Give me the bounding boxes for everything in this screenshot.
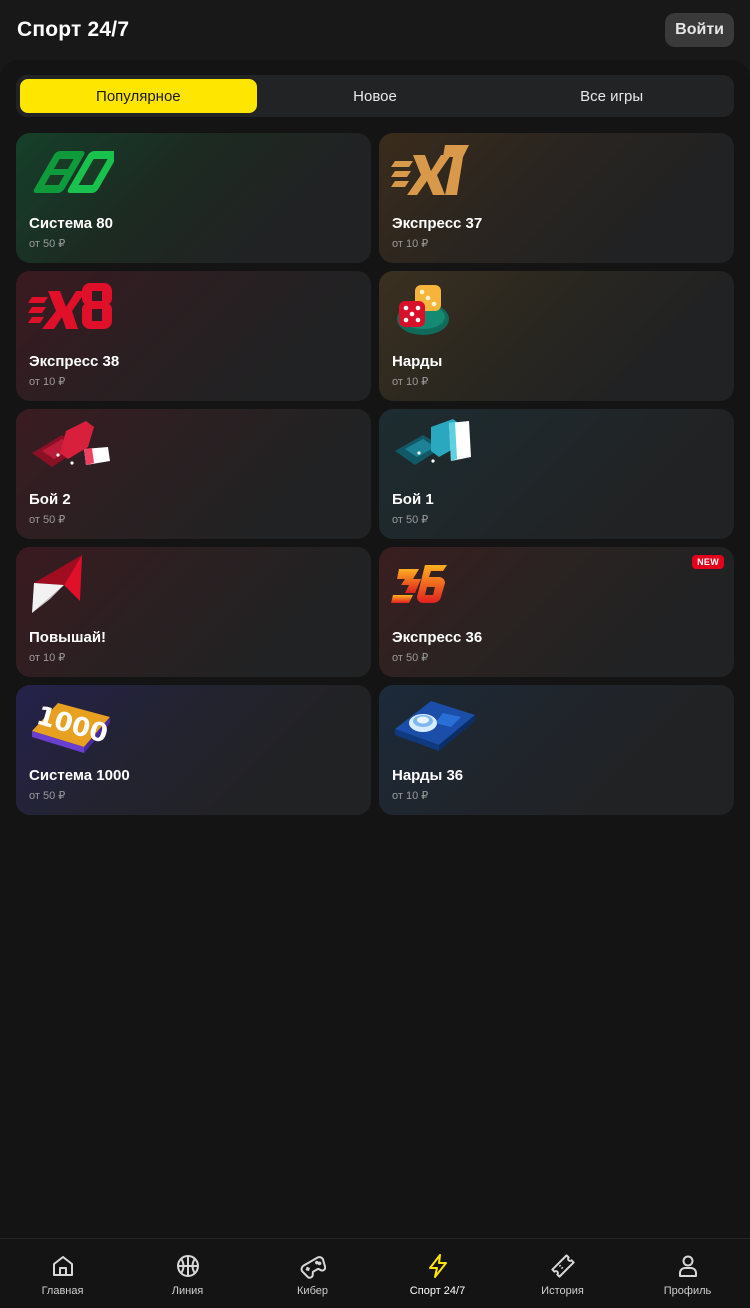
nav-item-cyber[interactable]: Кибер: [250, 1239, 375, 1308]
nav-label: Кибер: [297, 1285, 328, 1297]
express-38-logo-icon: [28, 283, 112, 329]
arrow-up-logo-icon: [32, 555, 82, 613]
game-card-express-38[interactable]: Экспресс 38 от 10 ₽: [16, 271, 371, 401]
game-name: Экспресс 36: [392, 629, 483, 646]
nav-item-history[interactable]: История: [500, 1239, 625, 1308]
game-name: Нарды: [392, 353, 443, 370]
category-tabs: Популярное Новое Все игры: [16, 75, 734, 117]
nav-item-sport-24-7[interactable]: Спорт 24/7: [375, 1239, 500, 1308]
dice-icon: [397, 285, 449, 335]
game-price: от 50 ₽: [29, 790, 66, 802]
new-badge: NEW: [692, 555, 724, 569]
tab-new[interactable]: Новое: [257, 79, 494, 113]
game-price: от 10 ₽: [29, 652, 66, 664]
game-price: от 50 ₽: [392, 514, 429, 526]
games-grid: Система 80 от 50 ₽ Экспресс 37 от 10 ₽ Э…: [16, 133, 734, 815]
nav-item-line[interactable]: Линия: [125, 1239, 250, 1308]
game-price: от 10 ₽: [392, 790, 429, 802]
game-name: Экспресс 38: [29, 353, 120, 370]
nav-label: Главная: [41, 1285, 84, 1297]
game-price: от 50 ₽: [29, 514, 66, 526]
basketball-icon: [176, 1255, 199, 1277]
ticket-icon: [550, 1254, 575, 1278]
page-title: Спорт 24/7: [17, 18, 130, 41]
nav-label: Линия: [171, 1285, 204, 1297]
home-icon: [52, 1256, 73, 1276]
game-name: Система 1000: [29, 767, 130, 784]
nav-item-home[interactable]: Главная: [0, 1239, 125, 1308]
tab-all-games[interactable]: Все игры: [493, 79, 730, 113]
nav-item-profile[interactable]: Профиль: [625, 1239, 750, 1308]
game-card-povyshai[interactable]: Повышай! от 10 ₽: [16, 547, 371, 677]
nav-label: История: [541, 1285, 584, 1297]
lightning-icon: [428, 1254, 447, 1278]
express-37-logo-icon: [391, 145, 469, 195]
game-name: Бой 1: [392, 491, 434, 508]
main-panel: Популярное Новое Все игры Система 80 от …: [0, 60, 750, 1238]
game-price: от 50 ₽: [29, 238, 66, 250]
nardy-36-logo-icon: [395, 701, 475, 751]
boi-1-logo-icon: [395, 419, 471, 465]
game-price: от 10 ₽: [392, 238, 429, 250]
game-name: Повышай!: [29, 629, 107, 646]
boi-2-logo-icon: [32, 421, 110, 467]
bottom-navigation: Главная Линия Кибер Спорт 24/7 История П…: [0, 1238, 750, 1308]
game-name: Бой 2: [29, 491, 71, 508]
game-name: Система 80: [29, 215, 113, 232]
express-36-logo-icon: [391, 565, 447, 604]
game-name: Экспресс 37: [392, 215, 483, 232]
game-card-boi-1[interactable]: Бой 1 от 50 ₽: [379, 409, 734, 539]
sistema-1000-logo-icon: 1000: [32, 701, 111, 753]
game-price: от 10 ₽: [29, 376, 66, 388]
game-name: Нарды 36: [392, 767, 464, 784]
game-card-express-37[interactable]: Экспресс 37 от 10 ₽: [379, 133, 734, 263]
game-card-sistema-1000[interactable]: 1000 Система 1000 от 50 ₽: [16, 685, 371, 815]
login-button[interactable]: Войти: [665, 13, 734, 47]
game-card-sistema-80[interactable]: Система 80 от 50 ₽: [16, 133, 371, 263]
nav-label: Профиль: [663, 1285, 712, 1297]
top-header: Спорт 24/7 Войти: [0, 0, 750, 60]
game-card-nardy-36[interactable]: Нарды 36 от 10 ₽: [379, 685, 734, 815]
game-price: от 10 ₽: [392, 376, 429, 388]
tab-popular[interactable]: Популярное: [20, 79, 257, 113]
user-icon: [678, 1255, 697, 1277]
game-price: от 50 ₽: [392, 652, 429, 664]
game-card-nardy[interactable]: Нарды от 10 ₽: [379, 271, 734, 401]
game-card-express-36[interactable]: NEW Экспресс 36 от 50 ₽: [379, 547, 734, 677]
nav-label: Спорт 24/7: [409, 1285, 466, 1297]
sistema-80-logo-icon: [33, 151, 114, 193]
game-card-boi-2[interactable]: Бой 2 от 50 ₽: [16, 409, 371, 539]
gamepad-icon: [300, 1256, 326, 1279]
